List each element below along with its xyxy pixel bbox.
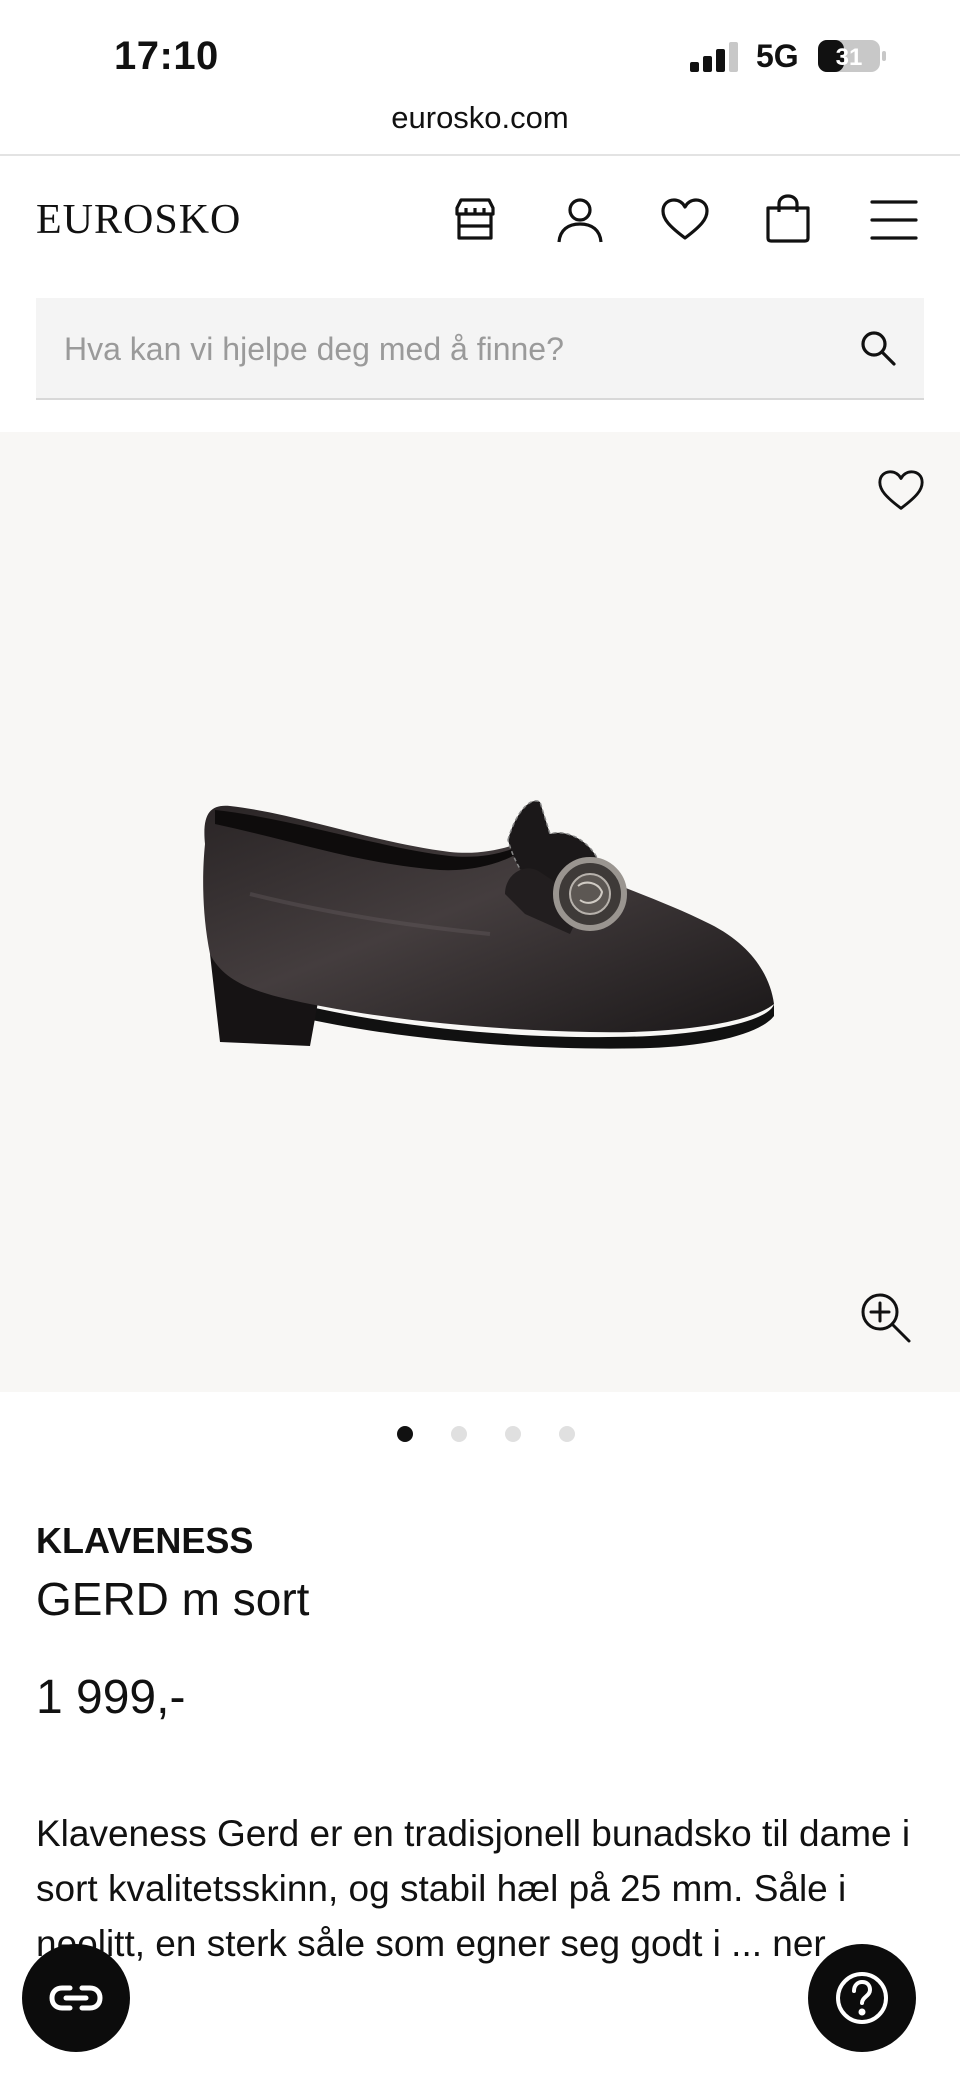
store-icon[interactable] (447, 192, 503, 248)
accessibility-button[interactable] (22, 1944, 130, 2052)
status-time: 17:10 (114, 34, 219, 78)
url-bar[interactable]: eurosko.com (0, 100, 960, 136)
product-brand[interactable]: KLAVENESS (36, 1520, 253, 1562)
product-description: Klaveness Gerd er en tradisjonell bunads… (36, 1813, 911, 1964)
product-image-shoe (203, 800, 775, 1049)
pagination-dot-1[interactable] (397, 1426, 413, 1442)
heart-icon[interactable] (657, 192, 713, 248)
pagination-dot-2[interactable] (451, 1426, 467, 1442)
signal-icon (690, 42, 738, 72)
pagination-dot-4[interactable] (559, 1426, 575, 1442)
status-bar: 17:10 5G 31 (0, 0, 960, 112)
gallery-pagination (0, 1426, 960, 1442)
search-icon[interactable] (858, 328, 898, 368)
pagination-dot-3[interactable] (505, 1426, 521, 1442)
network-label: 5G (756, 38, 799, 74)
url-divider (0, 154, 960, 156)
zoom-in-icon[interactable] (858, 1290, 912, 1344)
account-icon[interactable] (552, 192, 608, 248)
eurosko-logo[interactable]: EUROSKO (36, 196, 241, 244)
bag-icon[interactable] (760, 192, 816, 248)
search-input[interactable] (62, 298, 846, 400)
battery-icon: 31 (818, 40, 886, 72)
product-name: GERD m sort (36, 1573, 310, 1625)
help-question-icon (836, 1972, 888, 2024)
product-gallery[interactable] (0, 432, 960, 1392)
menu-icon[interactable] (866, 192, 922, 248)
help-button[interactable] (808, 1944, 916, 2052)
product-price: 1 999,- (36, 1671, 186, 1724)
link-icon (49, 1985, 103, 2011)
battery-level: 31 (836, 44, 863, 71)
favorite-heart-icon[interactable] (876, 466, 926, 516)
search-bar (36, 298, 924, 400)
